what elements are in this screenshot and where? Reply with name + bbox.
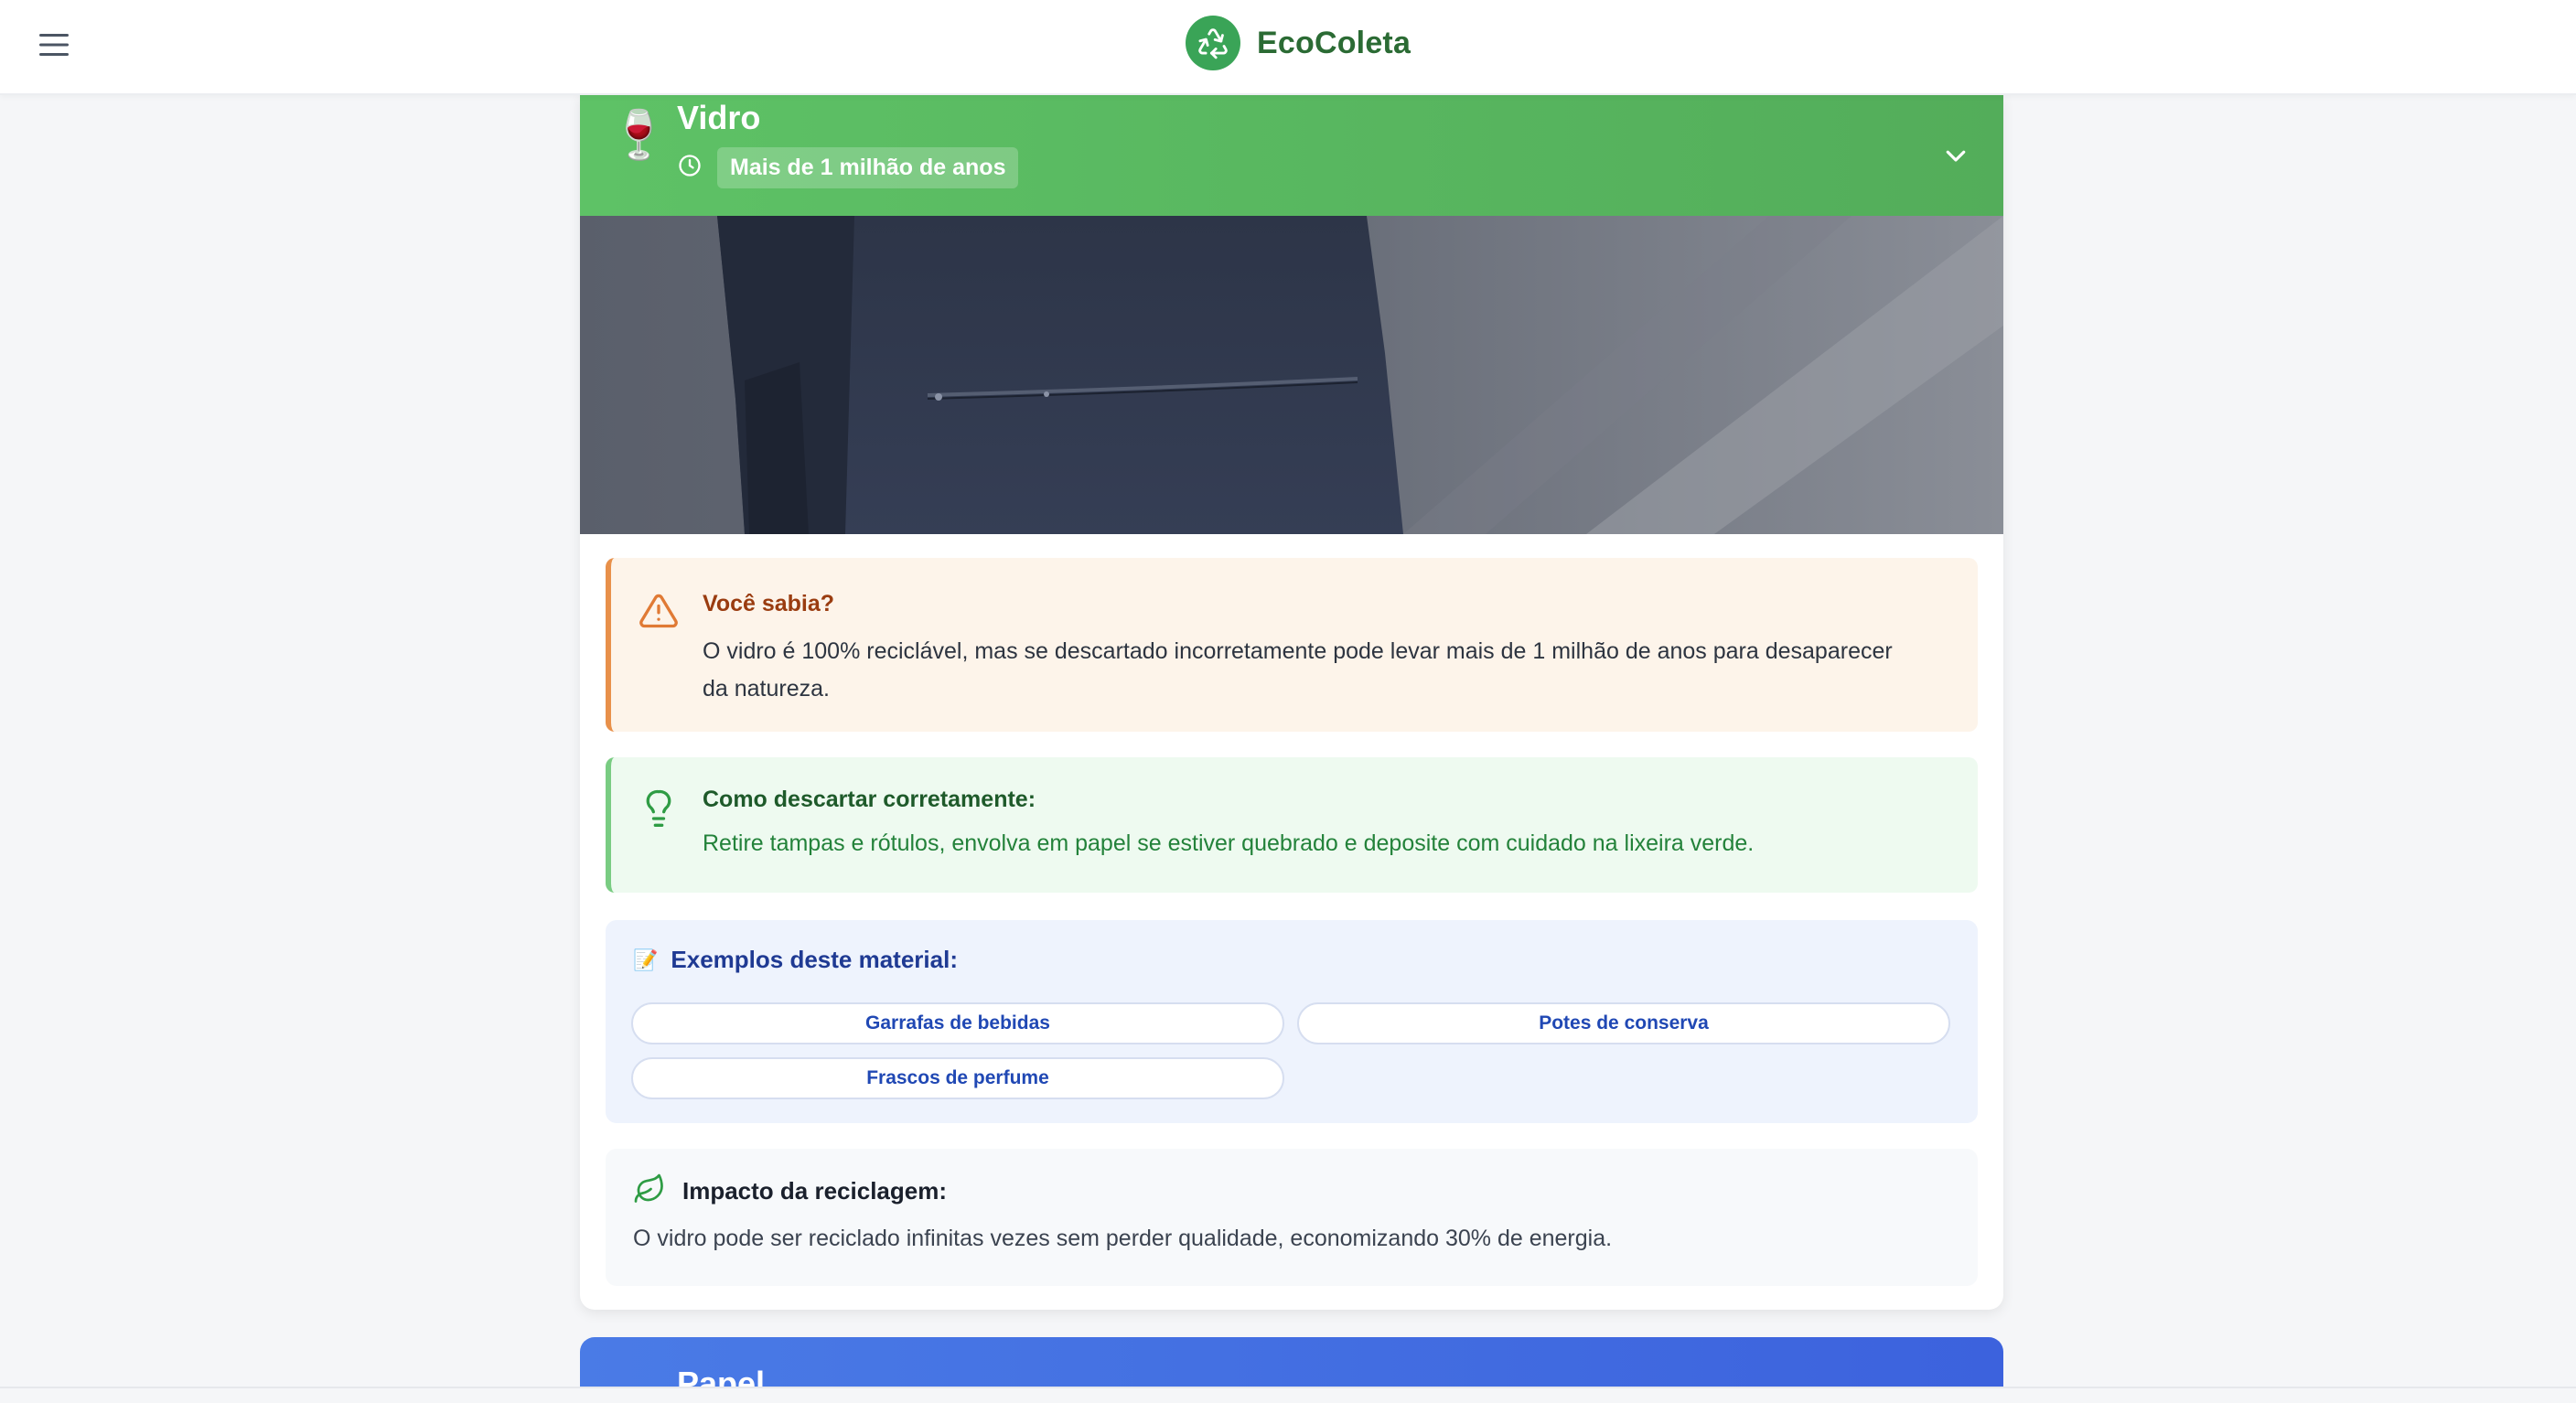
impact-text: O vidro pode ser reciclado infinitas vez…	[633, 1226, 1613, 1251]
app-name: EcoColeta	[1257, 25, 1411, 60]
top-navbar: EcoColeta	[0, 0, 2576, 95]
disposal-tip-box: Como descartar corretamente: Retire tamp…	[606, 757, 1978, 893]
material-photo	[580, 216, 2003, 534]
memo-icon: 📝	[633, 948, 659, 971]
impact-title: Impacto da reciclagem:	[682, 1177, 947, 1205]
examples-box: 📝 Exemplos deste material: Garrafas de b…	[606, 920, 1978, 1123]
did-you-know-text: O vidro é 100% reciclável, mas se descar…	[703, 638, 1893, 702]
leaf-icon	[633, 1173, 666, 1210]
lightbulb-icon	[639, 788, 679, 829]
did-you-know-title: Você sabia?	[703, 591, 835, 616]
examples-title: Exemplos deste material:	[671, 946, 958, 973]
decomposition-time-row: Mais de 1 milhão de anos	[677, 145, 1019, 190]
material-card-papel[interactable]: Papel	[580, 1337, 2003, 1392]
example-chip[interactable]: Frascos de perfume	[631, 1057, 1284, 1099]
material-card-vidro: 🍷 Vidro Mais de 1 milhão de anos Você sa…	[580, 95, 2003, 1310]
brand[interactable]: EcoColeta	[1186, 15, 1411, 71]
recycling-impact-box: Impacto da reciclagem: O vidro pode ser …	[606, 1149, 1978, 1286]
impact-header: Impacto da reciclagem:	[633, 1173, 947, 1210]
material-card-header[interactable]: 🍷 Vidro Mais de 1 milhão de anos	[580, 95, 2003, 216]
hamburger-menu-icon[interactable]	[33, 24, 75, 66]
bottom-edge	[0, 1387, 2576, 1403]
examples-header: 📝 Exemplos deste material:	[633, 946, 958, 974]
did-you-know-box: Você sabia? O vidro é 100% reciclável, m…	[606, 558, 1978, 732]
chevron-down-icon[interactable]	[1939, 139, 1972, 172]
example-chip[interactable]: Potes de conserva	[1297, 1002, 1950, 1044]
recycle-icon	[1186, 16, 1240, 70]
disposal-text: Retire tampas e rótulos, envolva em pape…	[703, 830, 1755, 856]
decomposition-time-badge: Mais de 1 milhão de anos	[717, 146, 1019, 188]
warning-triangle-icon	[639, 591, 679, 631]
wine-glass-icon: 🍷	[609, 109, 669, 162]
material-title: Vidro	[677, 99, 761, 136]
clock-icon	[677, 153, 703, 183]
example-chip[interactable]: Garrafas de bebidas	[631, 1002, 1284, 1044]
disposal-title: Como descartar corretamente:	[703, 787, 1036, 812]
